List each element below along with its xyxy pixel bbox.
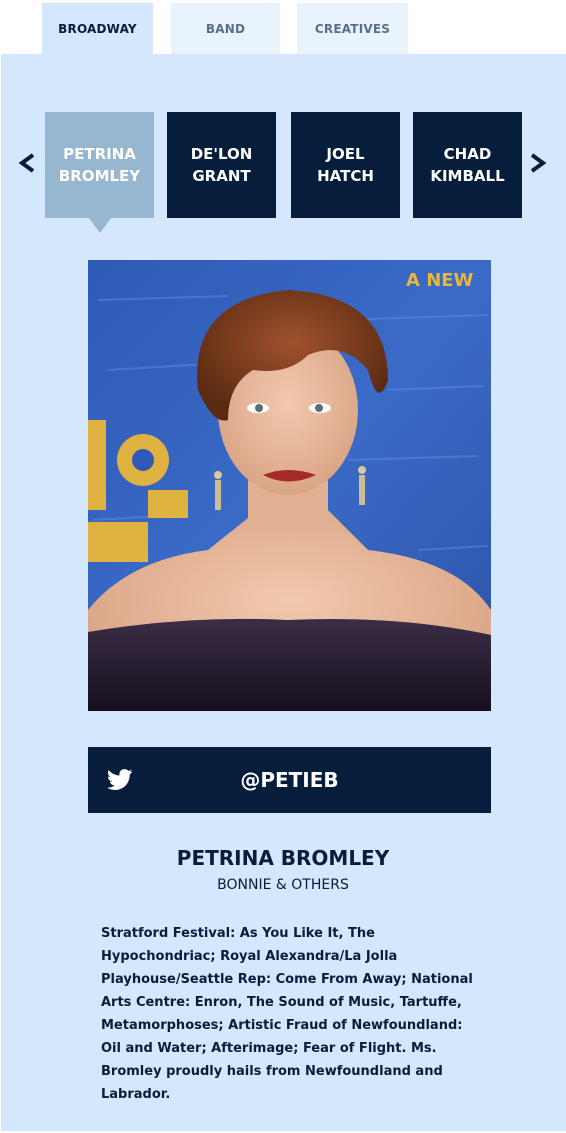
carousel-prev-button[interactable] <box>17 150 37 176</box>
cast-first-name: CHAD <box>443 145 492 163</box>
twitter-link[interactable]: @PETIEB <box>88 747 491 813</box>
cast-card-delon-grant[interactable]: DE'LON GRANT <box>167 112 276 218</box>
cast-last-name: HATCH <box>317 167 374 185</box>
cast-last-name: GRANT <box>192 167 251 185</box>
cast-first-name: JOEL <box>326 145 365 163</box>
cast-card-joel-hatch[interactable]: JOEL HATCH <box>291 112 400 218</box>
cast-card-chad-kimball[interactable]: CHAD KIMBALL <box>413 112 522 218</box>
cast-member-name: PETRINA BROMLEY <box>176 846 390 870</box>
cast-card-petrina-bromley[interactable]: PETRINA BROMLEY <box>45 112 154 218</box>
twitter-handle: @PETIEB <box>240 768 339 792</box>
tab-broadway[interactable]: BROADWAY <box>42 3 153 54</box>
chevron-left-icon <box>18 153 35 173</box>
cast-first-name: DE'LON <box>190 145 253 163</box>
chevron-right-icon <box>530 153 547 173</box>
photo-backdrop-text: A NEW <box>406 270 474 291</box>
tab-band[interactable]: BAND <box>171 3 280 54</box>
cast-last-name: BROMLEY <box>58 167 141 185</box>
tab-creatives[interactable]: CREATIVES <box>297 3 408 54</box>
cast-first-name: PETRINA <box>63 145 136 163</box>
selected-indicator <box>89 218 111 233</box>
cast-member-photo: A NEW <box>88 260 491 711</box>
cast-member-role: BONNIE & OTHERS <box>217 877 349 893</box>
carousel-next-button[interactable] <box>528 150 548 176</box>
section-tabs: BROADWAY BAND CREATIVES <box>0 0 566 54</box>
cast-last-name: KIMBALL <box>430 167 505 185</box>
cast-member-bio: Stratford Festival: As You Like It, The … <box>101 926 473 1102</box>
